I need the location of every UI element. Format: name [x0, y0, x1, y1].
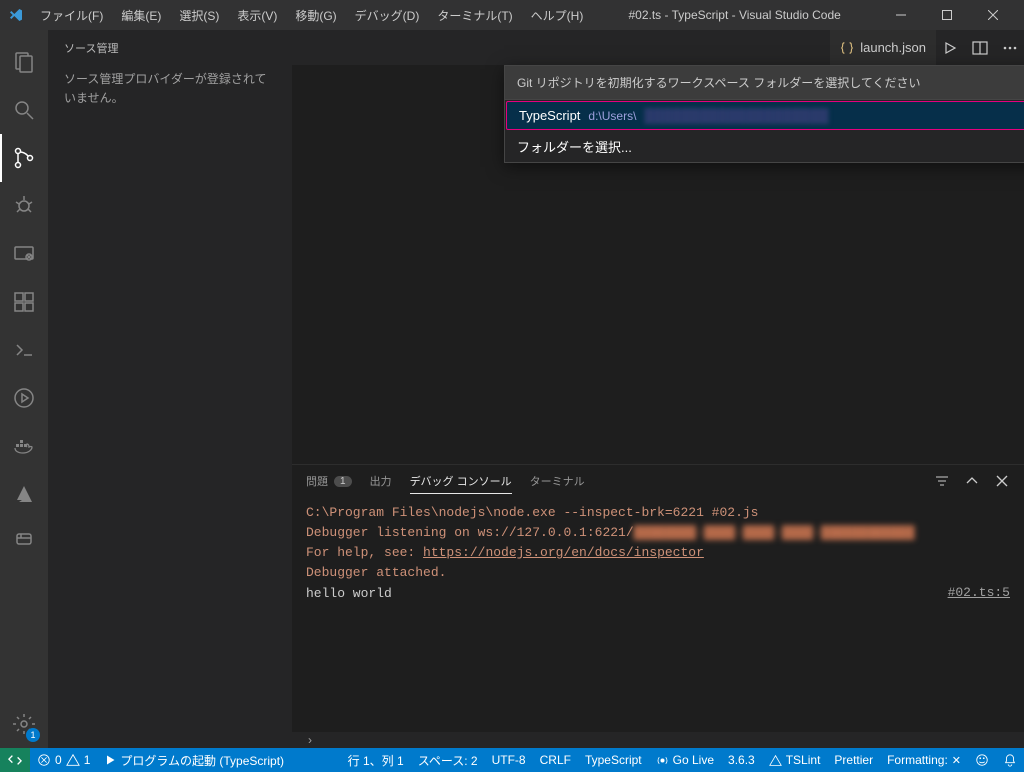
status-prettier[interactable]: Prettier [827, 748, 880, 772]
menu-bar: ファイル(F) 編集(E) 選択(S) 表示(V) 移動(G) デバッグ(D) … [32, 3, 591, 28]
status-language[interactable]: TypeScript [578, 748, 649, 772]
tab-label: launch.json [860, 40, 926, 55]
status-notifications[interactable] [996, 748, 1024, 772]
activity-docker[interactable] [0, 422, 48, 470]
console-source-link[interactable]: #02.ts:5 [948, 583, 1010, 603]
filter-icon[interactable] [934, 473, 950, 489]
activity-search[interactable] [0, 86, 48, 134]
status-bar: 0 1 プログラムの起動 (TypeScript) 行 1、列 1 スペース: … [0, 748, 1024, 772]
split-editor-icon[interactable] [972, 40, 988, 56]
panel: 問題 1 出力 デバッグ コンソール ターミナル C:\Program File… [292, 464, 1024, 732]
panel-tab-label: 問題 [306, 473, 328, 489]
quickpick-item-typescript[interactable]: TypeScript d:\Users\ ███████████████████… [506, 101, 1024, 130]
console-line: Debugger listening on ws://127.0.0.1:622… [306, 523, 1010, 543]
activity-extensions[interactable] [0, 278, 48, 326]
quickpick-item-blurred: ████████████████████ [644, 108, 828, 123]
panel-tabs: 問題 1 出力 デバッグ コンソール ターミナル [292, 465, 1024, 497]
settings-badge: 1 [26, 728, 40, 742]
more-icon[interactable] [1002, 40, 1018, 56]
activity-explorer[interactable] [0, 38, 48, 86]
activity-scm[interactable] [0, 134, 48, 182]
sidebar-message: ソース管理プロバイダーが登録されていません。 [48, 62, 292, 116]
menu-edit[interactable]: 編集(E) [113, 3, 169, 28]
sidebar-title: ソース管理 [48, 30, 292, 62]
problems-badge: 1 [334, 476, 352, 487]
status-encoding[interactable]: UTF-8 [485, 748, 533, 772]
maximize-button[interactable] [924, 0, 970, 30]
status-formatting[interactable]: Formatting: ✕ [880, 748, 968, 772]
close-button[interactable] [970, 0, 1016, 30]
window-controls [878, 0, 1016, 30]
console-line: hello world [306, 584, 1010, 604]
bell-icon [1003, 753, 1017, 767]
activity-output[interactable] [0, 326, 48, 374]
chevron-right-icon: › [308, 733, 312, 747]
sidebar: ソース管理 ソース管理プロバイダーが登録されていません。 [48, 30, 292, 748]
console-line: C:\Program Files\nodejs\node.exe --inspe… [306, 503, 1010, 523]
close-panel-icon[interactable] [994, 473, 1010, 489]
quickpick-item-primary: TypeScript [519, 108, 580, 123]
debug-console-body[interactable]: C:\Program Files\nodejs\node.exe --inspe… [292, 497, 1024, 732]
activity-bookmarks[interactable] [0, 518, 48, 566]
remote-icon [8, 753, 22, 767]
status-remote[interactable] [0, 748, 30, 772]
run-icon[interactable] [942, 40, 958, 56]
menu-selection[interactable]: 選択(S) [171, 3, 227, 28]
window-title: #02.ts - TypeScript - Visual Studio Code [591, 8, 878, 22]
status-tslint[interactable]: TSLint [762, 748, 828, 772]
status-indentation[interactable]: スペース: 2 [411, 748, 485, 772]
quickpick-header: Git リポジトリを初期化するワークスペース フォルダーを選択してください [505, 66, 1024, 100]
warning-icon [769, 754, 782, 767]
menu-debug[interactable]: デバッグ(D) [347, 3, 428, 28]
menu-file[interactable]: ファイル(F) [32, 3, 111, 28]
status-errors-warnings[interactable]: 0 1 [30, 748, 97, 772]
broadcast-icon [656, 754, 669, 767]
editor-tab-launch[interactable]: launch.json [830, 30, 936, 65]
status-feedback[interactable] [968, 748, 996, 772]
menu-help[interactable]: ヘルプ(H) [523, 3, 592, 28]
quickpick-item-secondary: d:\Users\ [588, 109, 636, 123]
activity-settings[interactable]: 1 [0, 700, 48, 748]
panel-tab-problems[interactable]: 問題 1 [306, 469, 352, 493]
x-icon: ✕ [952, 754, 961, 767]
panel-tab-terminal[interactable]: ターミナル [530, 469, 585, 493]
console-line: For help, see: https://nodejs.org/en/doc… [306, 543, 1010, 563]
panel-tab-output[interactable]: 出力 [370, 469, 392, 493]
panel-tab-debug-console[interactable]: デバッグ コンソール [410, 469, 512, 494]
smiley-icon [975, 753, 989, 767]
status-eol[interactable]: CRLF [533, 748, 578, 772]
error-icon [37, 753, 51, 767]
breadcrumb-bar[interactable]: › [292, 732, 1024, 748]
quickpick: Git リポジトリを初期化するワークスペース フォルダーを選択してください Ty… [504, 65, 1024, 163]
vscode-logo-icon [8, 7, 24, 23]
editor-area: launch.json Git リポジトリを初期化するワークスペース フォルダー… [292, 30, 1024, 748]
play-icon [104, 754, 116, 766]
menu-go[interactable]: 移動(G) [287, 3, 344, 28]
warning-icon [66, 753, 80, 767]
status-ts-version[interactable]: 3.6.3 [721, 748, 762, 772]
quickpick-item-choose-folder[interactable]: フォルダーを選択... [505, 131, 1024, 162]
activity-debug[interactable] [0, 182, 48, 230]
maximize-panel-icon[interactable] [964, 473, 980, 489]
console-line: Debugger attached. [306, 563, 1010, 583]
title-bar: ファイル(F) 編集(E) 選択(S) 表示(V) 移動(G) デバッグ(D) … [0, 0, 1024, 30]
menu-terminal[interactable]: ターミナル(T) [429, 3, 520, 28]
menu-view[interactable]: 表示(V) [229, 3, 285, 28]
activity-remote[interactable] [0, 230, 48, 278]
activity-bar: 1 [0, 30, 48, 748]
activity-azure[interactable] [0, 470, 48, 518]
quickpick-item-label: フォルダーを選択... [517, 137, 632, 156]
json-file-icon [840, 41, 854, 55]
minimize-button[interactable] [878, 0, 924, 30]
inspector-link[interactable]: https://nodejs.org/en/docs/inspector [423, 545, 704, 560]
status-ln-col[interactable]: 行 1、列 1 [341, 748, 411, 772]
activity-testing[interactable] [0, 374, 48, 422]
tabs-row: launch.json [292, 30, 1024, 65]
status-debug-target[interactable]: プログラムの起動 (TypeScript) [97, 748, 291, 772]
status-golive[interactable]: Go Live [649, 748, 721, 772]
